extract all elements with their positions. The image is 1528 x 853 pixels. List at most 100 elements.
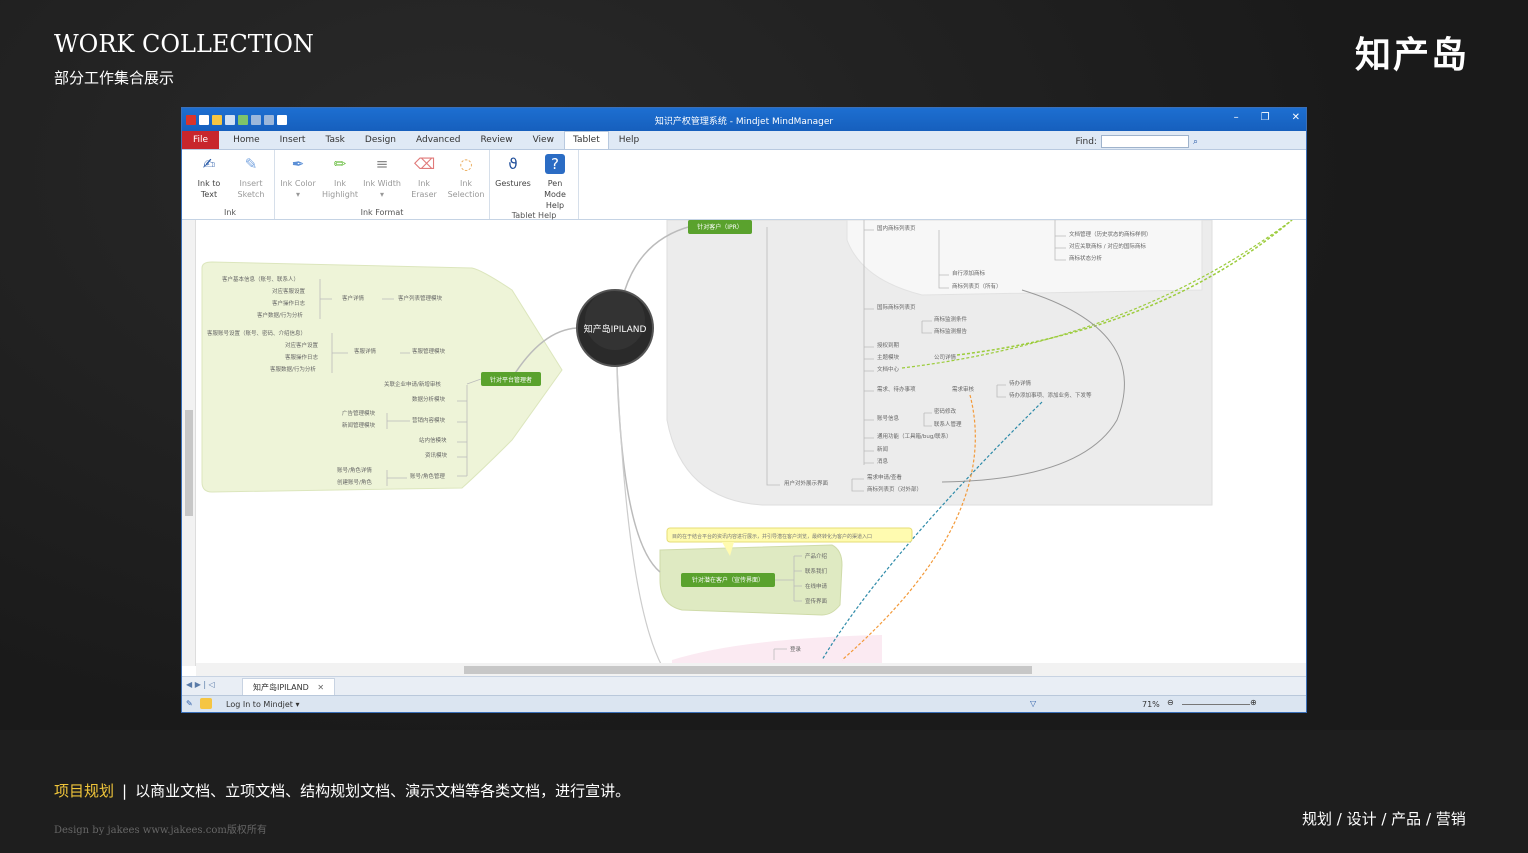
map-topic[interactable]: 文档中心 [877,365,900,373]
map-topic[interactable]: 商标状态分析 [1069,254,1103,262]
zoom-slider[interactable] [1182,704,1250,705]
map-topic[interactable]: 登录 [790,645,802,653]
map-topic[interactable]: 在线申请 [805,582,828,590]
map-topic[interactable]: 授权到期 [877,341,900,349]
map-topic[interactable]: 客服管理模块 [412,347,446,355]
pen-mode-help-button[interactable]: ? Pen Mode Help [536,154,574,211]
ink-width-button[interactable]: ≡ Ink Width ▾ [363,154,401,200]
tab-view[interactable]: View [523,135,564,149]
map-topic[interactable]: 通用功能（工具箱/bug/联系） [877,432,952,440]
map-topic[interactable]: 创建账号/角色 [337,478,372,486]
search-icon[interactable]: ⌕ [1193,137,1198,147]
tab-file[interactable]: File [182,131,220,149]
map-topic[interactable]: 数据分析模块 [412,395,446,403]
map-topic[interactable]: 客服详情 [354,347,377,355]
map-topic[interactable]: 对应客服设置 [272,287,306,295]
mindmap-canvas[interactable]: 知产岛IPILAND 针对平台管理者 针对客户（IPR） 针对潜在客户（宣传界面… [182,220,1306,666]
map-topic[interactable]: 联系人管理 [934,420,962,428]
filter-icon[interactable]: ▽ [1030,699,1036,708]
map-topic[interactable]: 密码修改 [934,407,957,415]
tab-advanced[interactable]: Advanced [406,135,470,149]
ribbon-group-tablet-help: ϑ Gestures ? Pen Mode Help Tablet Help [490,150,579,220]
vertical-scroll-thumb[interactable] [185,410,193,516]
gestures-button[interactable]: ϑ Gestures [494,154,532,211]
map-topic[interactable]: 待办详情 [1009,379,1032,387]
ink-color-button[interactable]: ✒ Ink Color ▾ [279,154,317,200]
maximize-button[interactable]: ❐ [1261,112,1270,123]
vertical-scrollbar[interactable] [182,220,196,666]
map-topic[interactable]: 商标列表页（所有） [952,282,1002,290]
map-topic[interactable]: 需求申请/查看 [867,473,902,481]
map-topic[interactable]: 宣传界面 [805,597,828,605]
map-topic[interactable]: 关联企业申请/新增审核 [384,380,441,388]
map-topic[interactable]: 国内商标列表页 [877,224,916,232]
ink-to-text-button[interactable]: ✍ Ink to Text [190,154,228,200]
map-topic[interactable]: 公司详情 [934,353,957,361]
map-topic[interactable]: 资讯模块 [425,451,448,459]
login-link[interactable]: Log In to Mindjet ▾ [226,700,300,709]
map-topic[interactable]: 客户数据/行为分析 [257,311,303,319]
map-topic[interactable]: 新闻 [877,445,888,453]
tab-task[interactable]: Task [315,135,354,149]
tab-review[interactable]: Review [470,135,522,149]
minimize-button[interactable]: – [1234,112,1239,123]
map-topic[interactable]: 客服账号设置（账号、密码、介绍信息） [207,329,306,337]
map-topic[interactable]: 营销内容模块 [412,416,446,424]
pen-icon: ✍ [202,155,216,173]
map-topic[interactable]: 主题模块 [877,353,900,361]
map-topic[interactable]: 商标监测报告 [934,327,968,335]
insert-sketch-button[interactable]: ✎ Insert Sketch [232,154,270,200]
map-topic[interactable]: 消息 [877,457,889,465]
map-topic[interactable]: 账号信息 [877,414,900,422]
map-topic[interactable]: 文档管理（历史状态的商标样例） [1069,230,1152,238]
caption-separator: | [122,782,128,800]
ink-eraser-button[interactable]: ⌫ Ink Eraser [405,154,443,200]
tab-design[interactable]: Design [355,135,406,149]
map-topic[interactable]: 待办添加事项、添加业务、下发等 [1009,391,1092,399]
central-node-highlight [585,290,645,350]
map-topic[interactable]: 需求、待办事项 [877,385,916,393]
tab-tablet[interactable]: Tablet [563,131,609,149]
map-topic[interactable]: 国际商标列表页 [877,303,916,311]
map-topic[interactable]: 客户详情 [342,294,365,302]
highlight-icon[interactable] [200,698,212,709]
document-tab[interactable]: 知产岛IPILAND ✕ [242,678,336,696]
ink-selection-button[interactable]: ◌ Ink Selection [447,154,485,200]
map-topic[interactable]: 产品介绍 [805,552,828,560]
map-topic[interactable]: 联系我们 [805,567,828,575]
tab-help[interactable]: Help [609,135,650,149]
map-topic[interactable]: 需求审核 [952,385,975,393]
map-topic[interactable]: 广告管理模块 [342,409,376,417]
bottom-branch-title: 针对潜在客户（宣传界面） [692,576,764,584]
map-topic[interactable]: 对应关联商标 / 对应的国际商标 [1069,242,1146,250]
pen-icon[interactable]: ✎ [186,699,193,708]
map-topic[interactable]: 用户对外展示界面 [784,479,829,487]
map-topic[interactable]: 商标监测条件 [934,315,968,323]
horizontal-scrollbar[interactable] [196,663,1306,676]
map-topic[interactable]: 客户操作日志 [272,299,306,307]
map-topic[interactable]: 站内信模块 [419,436,447,444]
ink-highlight-button[interactable]: ✏ Ink Highlight [321,154,359,200]
map-topic[interactable]: 自行添加商标 [952,269,986,277]
find-input[interactable] [1100,135,1189,148]
mindmap-svg: 知产岛IPILAND 针对平台管理者 针对客户（IPR） 针对潜在客户（宣传界面… [201,220,1293,666]
zoom-out-button[interactable]: ⊖ [1167,698,1174,707]
map-topic[interactable]: 对应客户设置 [285,341,319,349]
zoom-in-button[interactable]: ⊕ [1250,698,1257,707]
tab-insert[interactable]: Insert [270,135,316,149]
highlighter-icon: ✏ [333,155,347,173]
tab-nav-arrows[interactable]: ◀ ▶ | ◁ [186,680,215,689]
map-topic[interactable]: 客户基本信息（账号、联系人） [222,275,299,283]
map-topic[interactable]: 客户列表管理模块 [398,294,443,302]
close-button[interactable]: ✕ [1292,112,1300,123]
close-icon[interactable]: ✕ [317,683,324,692]
window-titlebar: 知识产权管理系统 - Mindjet MindManager – ❐ ✕ [182,108,1306,131]
map-topic[interactable]: 账号/角色管理 [410,472,445,480]
map-topic[interactable]: 客服操作日志 [285,353,319,361]
map-topic[interactable]: 客服数据/行为分析 [270,365,316,373]
map-topic[interactable]: 商标列表页（对外部） [867,485,922,493]
tab-home[interactable]: Home [223,135,270,149]
horizontal-scroll-thumb[interactable] [464,666,1032,674]
map-topic[interactable]: 账号/角色详情 [337,466,372,474]
map-topic[interactable]: 新闻管理模块 [342,421,376,429]
